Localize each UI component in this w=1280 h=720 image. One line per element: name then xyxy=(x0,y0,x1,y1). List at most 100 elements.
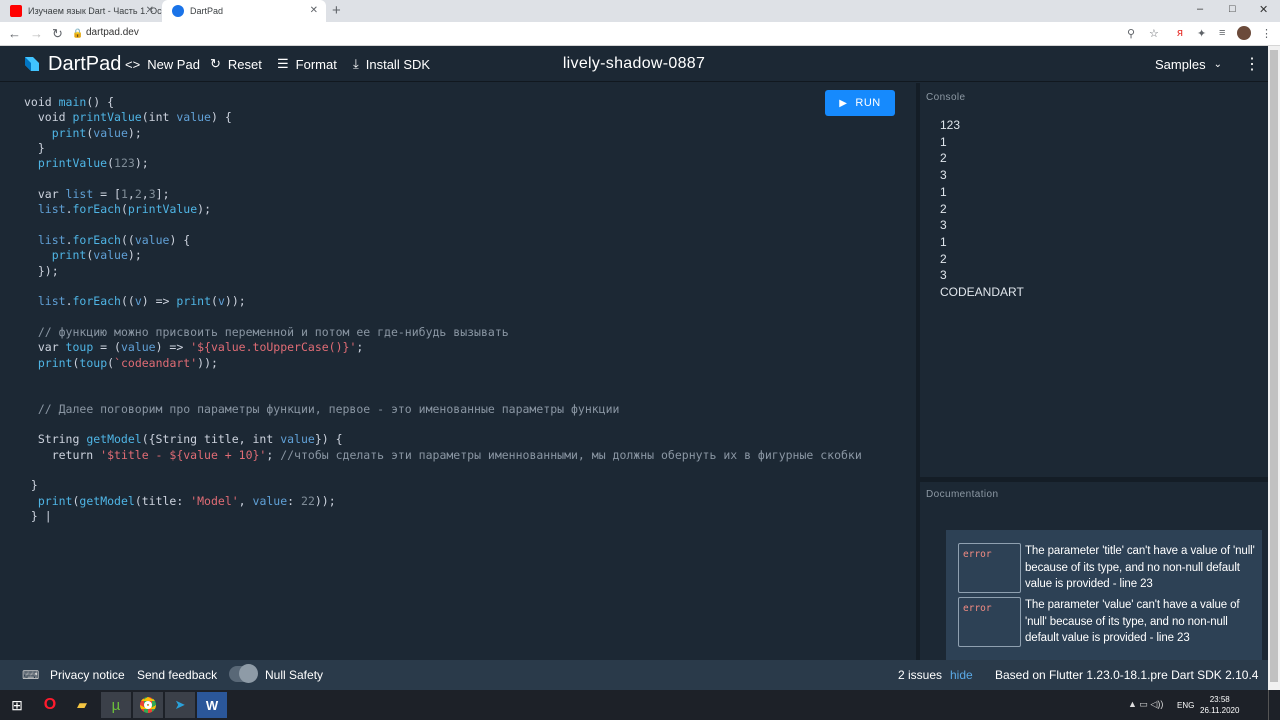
lock-icon: 🔒 xyxy=(72,28,84,38)
browser-tab-youtube[interactable]: Изучаем язык Dart - Часть 1. Ос ✕ xyxy=(0,0,162,22)
minimize-button[interactable]: – xyxy=(1197,3,1203,15)
sdk-version-info: Based on Flutter 1.23.0-18.1.pre Dart SD… xyxy=(995,668,1259,682)
keyboard-icon[interactable]: ⌨ xyxy=(22,660,39,690)
code-line[interactable]: printValue(123); xyxy=(24,156,904,171)
word-icon[interactable]: W xyxy=(197,692,227,718)
code-line[interactable]: print(value); xyxy=(24,248,904,263)
run-button[interactable]: ▶ RUN xyxy=(825,90,895,116)
back-icon[interactable]: ← xyxy=(8,26,21,41)
code-line[interactable]: print(toup(`codeandart')); xyxy=(24,356,904,371)
toggle-knob[interactable] xyxy=(239,664,258,683)
reset-button[interactable]: ↻ Reset xyxy=(210,46,262,82)
console-line: 2 xyxy=(940,151,947,166)
code-line[interactable] xyxy=(24,310,904,325)
samples-label: Samples xyxy=(1155,56,1206,72)
code-line[interactable]: // Далее поговорим про параметры функции… xyxy=(24,402,904,417)
file-explorer-icon[interactable]: ▰ xyxy=(67,692,97,718)
code-line[interactable]: return '$title - ${value + 10}'; //чтобы… xyxy=(24,448,904,463)
null-safety-label: Null Safety xyxy=(265,668,324,682)
code-content[interactable]: void main() { void printValue(int value)… xyxy=(24,95,904,524)
code-line[interactable]: String getModel({String title, int value… xyxy=(24,432,904,447)
code-line[interactable]: } xyxy=(24,141,904,156)
console-line: CODEANDART xyxy=(940,285,1024,300)
documentation-label: Documentation xyxy=(926,489,999,500)
new-pad-label: New Pad xyxy=(147,56,200,72)
console-line: 3 xyxy=(940,168,947,183)
close-tab-icon[interactable]: ✕ xyxy=(310,5,318,16)
bookmark-star-icon[interactable]: ☆ xyxy=(1149,27,1159,40)
extensions-puzzle-icon[interactable]: ✦ xyxy=(1197,27,1206,40)
code-line[interactable]: } | xyxy=(24,509,904,524)
browser-menu-icon[interactable]: ⋮ xyxy=(1261,27,1272,40)
code-line[interactable]: print(value); xyxy=(24,126,904,141)
panel-splitter-horizontal[interactable] xyxy=(920,477,1268,482)
samples-dropdown[interactable]: Samples ⌄ xyxy=(1155,46,1222,82)
chevron-down-icon: ⌄ xyxy=(1213,58,1222,70)
browser-toolbar: ← → ↻ 🔒 dartpad.dev ⚲ ☆ я ✦ ≡ ⋮ xyxy=(0,22,1280,46)
yandex-extension-icon[interactable]: я xyxy=(1177,27,1183,39)
language-indicator[interactable]: ENG xyxy=(1177,701,1194,710)
code-line[interactable] xyxy=(24,371,904,386)
profile-avatar[interactable] xyxy=(1237,26,1251,40)
new-pad-button[interactable]: <> New Pad xyxy=(125,46,200,82)
new-tab-button[interactable]: + xyxy=(332,2,341,19)
refresh-icon: ↻ xyxy=(210,56,221,71)
console-line: 123 xyxy=(940,118,961,132)
code-line[interactable]: list.forEach((v) => print(v)); xyxy=(24,294,904,309)
code-line[interactable]: var list = [1,2,3]; xyxy=(24,187,904,202)
code-line[interactable] xyxy=(24,172,904,187)
code-line[interactable] xyxy=(24,463,904,478)
code-line[interactable]: list.forEach((value) { xyxy=(24,233,904,248)
issues-count: 2 issues xyxy=(898,668,943,682)
privacy-notice-link[interactable]: Privacy notice xyxy=(50,660,125,690)
close-tab-icon[interactable]: ✕ xyxy=(146,5,154,16)
reading-list-icon[interactable]: ≡ xyxy=(1219,27,1225,39)
reset-label: Reset xyxy=(227,56,262,72)
code-line[interactable]: }); xyxy=(24,264,904,279)
code-line[interactable] xyxy=(24,386,904,401)
opera-icon[interactable]: O xyxy=(35,692,65,718)
status-footer: ⌨ Privacy notice Send feedback Null Safe… xyxy=(0,660,1268,690)
reload-icon[interactable]: ↻ xyxy=(52,26,63,42)
address-bar[interactable]: dartpad.dev xyxy=(86,27,139,38)
system-tray-icons[interactable]: ▲ ▭ ◁)) xyxy=(1128,699,1163,710)
show-desktop-button[interactable] xyxy=(1268,690,1280,720)
issue-item[interactable]: error The parameter 'title' can't have a… xyxy=(958,543,1258,595)
code-line[interactable]: } xyxy=(24,478,904,493)
console-output: 123 1 2 3 1 2 3 1 2 3 CODEANDART xyxy=(940,117,1024,301)
utorrent-icon[interactable]: µ xyxy=(101,692,131,718)
maximize-button[interactable]: □ xyxy=(1229,3,1236,15)
code-line[interactable] xyxy=(24,279,904,294)
code-line[interactable] xyxy=(24,218,904,233)
code-line[interactable] xyxy=(24,417,904,432)
more-menu-icon[interactable]: ⋮ xyxy=(1244,46,1260,82)
console-line: 2 xyxy=(940,251,947,266)
code-line[interactable]: void printValue(int value) { xyxy=(24,110,904,125)
close-window-button[interactable]: ✕ xyxy=(1259,3,1268,16)
issue-kind-badge: error xyxy=(958,543,1021,593)
format-button[interactable]: ☰ Format xyxy=(277,46,337,82)
zoom-icon[interactable]: ⚲ xyxy=(1127,27,1135,40)
hide-issues-link[interactable]: hide xyxy=(950,660,973,690)
console-line: 1 xyxy=(940,234,947,249)
send-feedback-link[interactable]: Send feedback xyxy=(137,660,217,690)
code-line[interactable]: // функцию можно присвоить переменной и … xyxy=(24,325,904,340)
browser-tab-dartpad[interactable]: DartPad ✕ xyxy=(162,0,326,22)
code-line[interactable]: void main() { xyxy=(24,95,904,110)
windows-start-icon[interactable]: ⊞ xyxy=(2,692,32,718)
taskbar-clock[interactable]: 23:58 26.11.2020 xyxy=(1200,694,1239,716)
scrollbar-thumb[interactable] xyxy=(1270,50,1278,682)
format-label: Format xyxy=(295,56,337,72)
dartpad-logo[interactable]: DartPad xyxy=(21,46,121,82)
chrome-icon[interactable] xyxy=(133,692,163,718)
code-line[interactable]: var toup = (value) => '${value.toUpperCa… xyxy=(24,340,904,355)
dartpad-header: lively-shadow-0887 DartPad <> New Pad ↻ … xyxy=(0,46,1268,82)
issue-message: The parameter 'value' can't have a value… xyxy=(1025,599,1240,645)
install-sdk-button[interactable]: ⤓ Install SDK xyxy=(353,46,430,82)
code-line[interactable]: list.forEach(printValue); xyxy=(24,202,904,217)
telegram-icon[interactable]: ➤ xyxy=(165,692,195,718)
code-line[interactable]: print(getModel(title: 'Model', value: 22… xyxy=(24,494,904,509)
clock-date: 26.11.2020 xyxy=(1200,706,1240,715)
forward-icon[interactable]: → xyxy=(30,26,43,41)
issue-item[interactable]: error The parameter 'value' can't have a… xyxy=(958,597,1258,649)
